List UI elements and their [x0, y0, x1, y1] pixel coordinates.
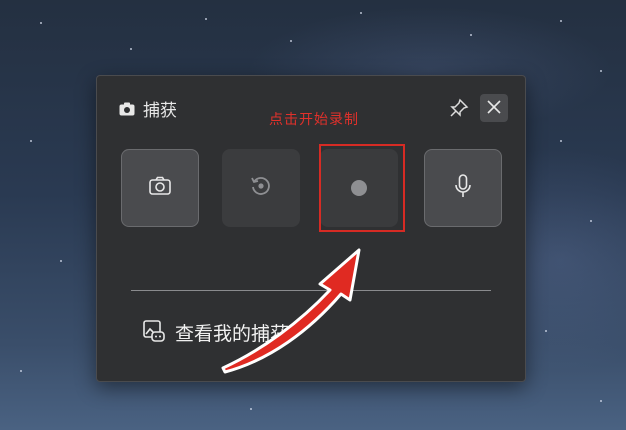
camera-icon [149, 176, 171, 200]
replay-icon [249, 174, 273, 202]
microphone-button[interactable] [424, 149, 502, 227]
annotation-text: 点击开始录制 [269, 112, 359, 128]
replay-button[interactable] [222, 149, 300, 227]
capture-panel: 捕获 点击开始录制 查看我的捕获 [96, 75, 526, 382]
view-captures-label: 查看我的捕获 [175, 323, 290, 345]
camera-icon [119, 102, 135, 116]
panel-title: 捕获 [143, 101, 177, 121]
screenshot-button[interactable] [121, 149, 199, 227]
close-icon [487, 99, 501, 118]
pin-icon[interactable] [449, 98, 469, 122]
record-highlight-box [319, 144, 405, 232]
divider [131, 290, 491, 291]
microphone-icon [454, 174, 472, 202]
close-button[interactable] [480, 94, 508, 122]
gallery-gamepad-icon [143, 319, 165, 346]
panel-header: 捕获 [119, 96, 177, 121]
view-captures-link[interactable]: 查看我的捕获 [143, 319, 289, 346]
